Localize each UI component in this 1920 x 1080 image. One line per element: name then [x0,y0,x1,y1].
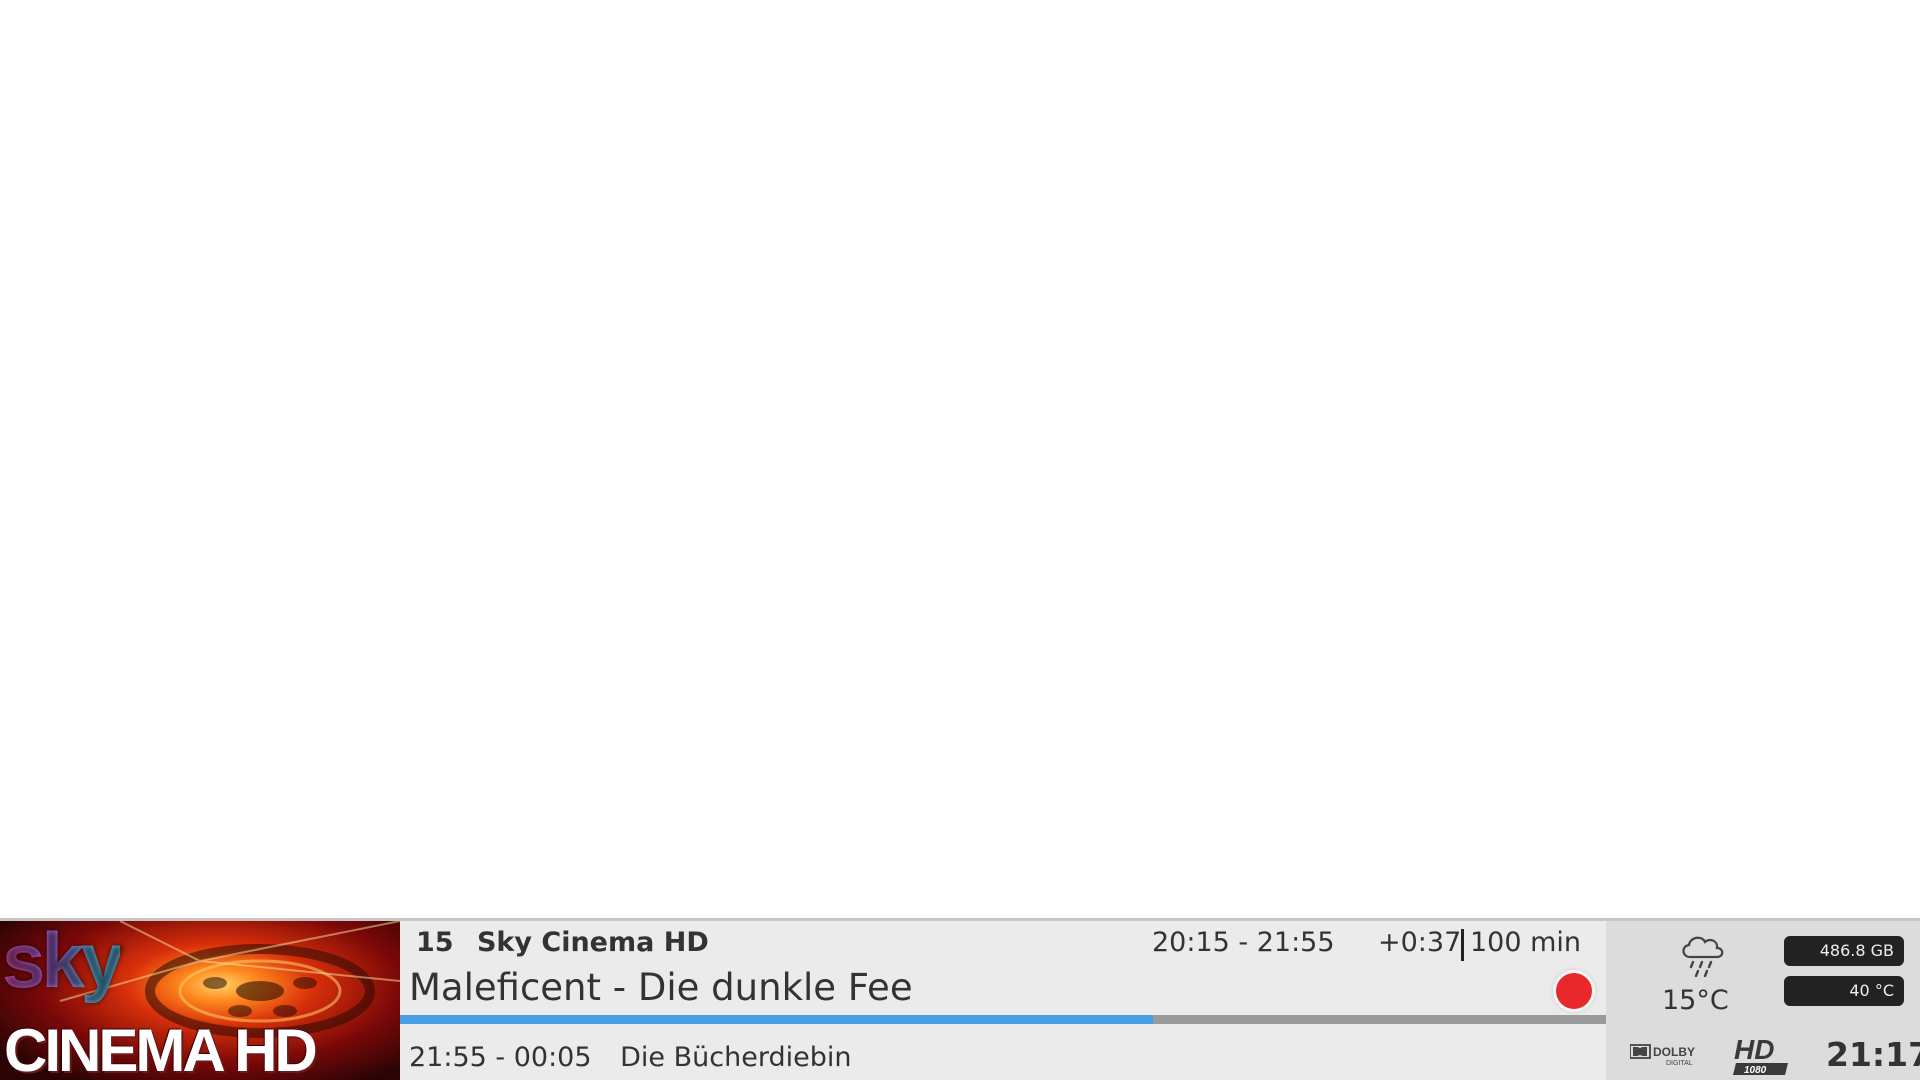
current-event-duration: 100 min [1470,927,1582,958]
hd-1080-icon: HD 1080 [1733,1034,1788,1076]
next-event-time: 21:55 - 00:05 [409,1042,592,1073]
channel-logo: sky CINEMA HD [0,921,400,1080]
channel-header: 15 Sky Cinema HD [416,927,709,958]
current-event-time: 20:15 - 21:55 [1152,927,1335,958]
next-event: 21:55 - 00:05 Die Bücherdiebin [409,1042,851,1073]
current-event-title: Maleficent - Die dunkle Fee [409,966,913,1009]
logo-sky-text: sky [2,921,124,1006]
channel-name: Sky Cinema HD [476,927,709,958]
cpu-temp-badge: 40 °C [1784,976,1904,1006]
status-panel: 15°C 486.8 GB 40 °C DOLBY DIGITAL HD 108… [1606,921,1920,1080]
record-indicator-icon [1556,973,1592,1009]
svg-text:DOLBY: DOLBY [1653,1045,1695,1059]
event-info-panel: 15 Sky Cinema HD 20:15 - 21:55 +0:37 100… [400,921,1606,1080]
divider [1461,929,1464,961]
dolby-digital-icon: DOLBY DIGITAL [1630,1044,1695,1067]
svg-text:HD: HD [1734,1034,1774,1065]
event-progress-fill [400,1015,1153,1024]
hdd-free-badge: 486.8 GB [1784,936,1904,966]
current-event-elapsed: +0:37 [1378,927,1462,958]
infobar: sky CINEMA HD 15 Sky Cinema HD 20:15 - 2… [0,918,1920,1080]
event-progress-bar [400,1015,1606,1024]
rain-cloud-icon [1682,936,1724,977]
next-event-title: Die Bücherdiebin [620,1042,852,1073]
logo-cinema-text: CINEMA HD [4,1017,318,1080]
channel-number: 15 [416,927,454,958]
svg-text:1080: 1080 [1744,1065,1767,1076]
clock: 21:17 [1826,1035,1920,1074]
video-area [0,0,1920,918]
weather-temperature: 15°C [1662,985,1729,1016]
svg-text:DIGITAL: DIGITAL [1666,1060,1693,1067]
